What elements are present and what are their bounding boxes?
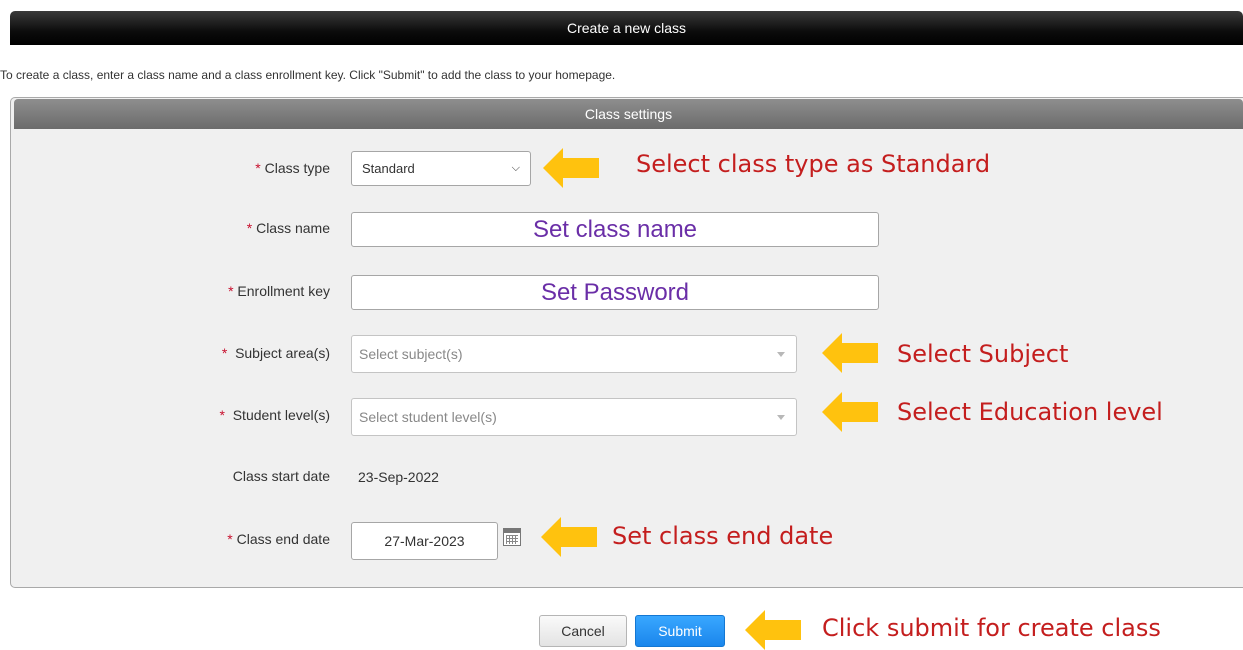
- arrow-left-icon: [745, 610, 801, 650]
- class-type-value: Standard: [362, 161, 415, 176]
- student-level-placeholder: Select student level(s): [359, 409, 497, 425]
- cancel-button[interactable]: Cancel: [539, 615, 627, 647]
- subject-area-label: * Subject area(s): [221, 345, 330, 361]
- annotation-subject: Select Subject: [897, 340, 1069, 368]
- class-name-value: Set class name: [532, 216, 698, 243]
- required-mark: *: [227, 531, 233, 547]
- enrollment-key-label: * Enrollment key: [228, 283, 330, 299]
- arrow-left-icon: [822, 333, 878, 373]
- class-type-label: * Class type: [255, 160, 330, 176]
- required-mark: *: [228, 283, 234, 299]
- required-mark: *: [219, 407, 225, 423]
- required-mark: *: [246, 220, 253, 236]
- caret-down-icon: [777, 415, 785, 420]
- class-name-label: * Class name: [246, 220, 330, 236]
- arrow-left-icon: [822, 392, 878, 432]
- end-date-value: 27-Mar-2023: [384, 533, 465, 549]
- enrollment-key-value: Set Password: [540, 279, 690, 306]
- subject-area-placeholder: Select subject(s): [359, 346, 463, 362]
- caret-down-icon: [777, 352, 785, 357]
- end-date-input[interactable]: 27-Mar-2023: [351, 522, 498, 560]
- class-name-input[interactable]: Set class name: [351, 212, 879, 247]
- subject-area-select[interactable]: Select subject(s): [351, 335, 797, 373]
- intro-text: To create a class, enter a class name an…: [0, 68, 616, 82]
- page-title: Create a new class: [566, 20, 687, 36]
- annotation-class-type: Select class type as Standard: [636, 150, 991, 178]
- calendar-icon[interactable]: [503, 528, 521, 546]
- required-mark: *: [255, 160, 261, 176]
- page-title-bar: Create a new class: [10, 11, 1243, 45]
- class-type-select[interactable]: Standard ⌵: [351, 151, 531, 186]
- chevron-down-icon: ⌵: [511, 162, 520, 174]
- student-level-select[interactable]: Select student level(s): [351, 398, 797, 436]
- enrollment-key-input[interactable]: Set Password: [351, 275, 879, 310]
- arrow-left-icon: [543, 148, 599, 188]
- required-mark: *: [221, 345, 228, 361]
- end-date-label: * Class end date: [227, 531, 330, 547]
- start-date-value: 23-Sep-2022: [358, 469, 439, 485]
- annotation-end-date: Set class end date: [612, 522, 834, 550]
- start-date-label: Class start date: [232, 468, 330, 484]
- panel-title: Class settings: [14, 99, 1243, 129]
- submit-button[interactable]: Submit: [635, 615, 725, 647]
- annotation-level: Select Education level: [897, 398, 1163, 426]
- student-level-label: * Student level(s): [219, 407, 330, 423]
- arrow-left-icon: [541, 517, 597, 557]
- annotation-submit: Click submit for create class: [822, 614, 1161, 642]
